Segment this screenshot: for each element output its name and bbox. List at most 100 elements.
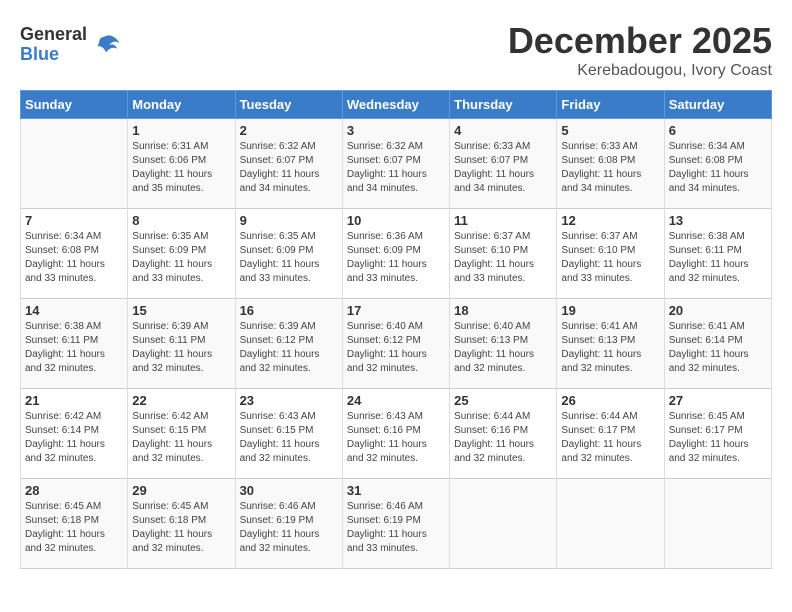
logo-bird-icon (91, 30, 121, 60)
header-tuesday: Tuesday (235, 91, 342, 119)
day-info: Sunrise: 6:35 AM Sunset: 6:09 PM Dayligh… (240, 230, 338, 286)
table-row: 29 Sunrise: 6:45 AM Sunset: 6:18 PM Dayli… (128, 479, 235, 569)
day-number: 22 (132, 393, 230, 408)
location-text: Kerebadougou, Ivory Coast (508, 62, 772, 80)
day-info: Sunrise: 6:39 AM Sunset: 6:12 PM Dayligh… (240, 320, 338, 376)
table-row: 22 Sunrise: 6:42 AM Sunset: 6:15 PM Dayli… (128, 389, 235, 479)
month-title: December 2025 (508, 20, 772, 62)
day-info: Sunrise: 6:44 AM Sunset: 6:16 PM Dayligh… (454, 410, 552, 466)
table-row: 12Sunrise: 6:37 AM Sunset: 6:10 PM Dayli… (557, 209, 664, 299)
calendar-week-row: 28Sunrise: 6:45 AM Sunset: 6:18 PM Dayli… (21, 479, 772, 569)
day-info: Sunrise: 6:45 AM Sunset: 6:17 PM Dayligh… (669, 410, 767, 466)
table-row: 7 Sunrise: 6:34 AM Sunset: 6:08 PM Daylig… (21, 209, 128, 299)
table-row: 15Sunrise: 6:39 AM Sunset: 6:11 PM Dayli… (128, 299, 235, 389)
table-row: 24 Sunrise: 6:43 AM Sunset: 6:16 PM Dayli… (342, 389, 449, 479)
table-row: 25 Sunrise: 6:44 AM Sunset: 6:16 PM Dayli… (450, 389, 557, 479)
day-info: Sunrise: 6:31 AM Sunset: 6:06 PM Dayligh… (132, 140, 230, 196)
day-info: Sunrise: 6:44 AM Sunset: 6:17 PM Dayligh… (561, 410, 659, 466)
table-row: 13 Sunrise: 6:38 AM Sunset: 6:11 PM Dayli… (664, 209, 771, 299)
table-row: 10 Sunrise: 6:36 AM Sunset: 6:09 PM Dayli… (342, 209, 449, 299)
table-row: 19 Sunrise: 6:41 AM Sunset: 6:13 PM Dayli… (557, 299, 664, 389)
day-info: Sunrise: 6:37 AM Sunset: 6:10 PM Dayligh… (561, 230, 659, 286)
day-info: Sunrise: 6:41 AM Sunset: 6:13 PM Dayligh… (561, 320, 659, 376)
day-number: 8 (132, 213, 230, 228)
day-info: Sunrise: 6:37 AM Sunset: 6:10 PM Dayligh… (454, 230, 552, 286)
table-row: 30Sunrise: 6:46 AM Sunset: 6:19 PM Dayli… (235, 479, 342, 569)
day-number: 25 (454, 393, 552, 408)
table-row: 9 Sunrise: 6:35 AM Sunset: 6:09 PM Daylig… (235, 209, 342, 299)
table-row: 8 Sunrise: 6:35 AM Sunset: 6:09 PM Daylig… (128, 209, 235, 299)
table-row: 3 Sunrise: 6:32 AM Sunset: 6:07 PM Daylig… (342, 119, 449, 209)
day-info: Sunrise: 6:36 AM Sunset: 6:09 PM Dayligh… (347, 230, 445, 286)
header-saturday: Saturday (664, 91, 771, 119)
day-info: Sunrise: 6:33 AM Sunset: 6:08 PM Dayligh… (561, 140, 659, 196)
day-number: 4 (454, 123, 552, 138)
day-info: Sunrise: 6:42 AM Sunset: 6:14 PM Dayligh… (25, 410, 123, 466)
table-row: 31Sunrise: 6:46 AM Sunset: 6:19 PM Dayli… (342, 479, 449, 569)
day-number: 1 (132, 123, 230, 138)
header-friday: Friday (557, 91, 664, 119)
day-number: 18 (454, 303, 552, 318)
day-info: Sunrise: 6:42 AM Sunset: 6:15 PM Dayligh… (132, 410, 230, 466)
table-row: 1 Sunrise: 6:31 AM Sunset: 6:06 PM Daylig… (128, 119, 235, 209)
day-number: 3 (347, 123, 445, 138)
day-info: Sunrise: 6:35 AM Sunset: 6:09 PM Dayligh… (132, 230, 230, 286)
table-row: 14Sunrise: 6:38 AM Sunset: 6:11 PM Dayli… (21, 299, 128, 389)
logo: General Blue (20, 25, 121, 65)
table-row: 17 Sunrise: 6:40 AM Sunset: 6:12 PM Dayli… (342, 299, 449, 389)
day-info: Sunrise: 6:32 AM Sunset: 6:07 PM Dayligh… (347, 140, 445, 196)
header-wednesday: Wednesday (342, 91, 449, 119)
day-info: Sunrise: 6:46 AM Sunset: 6:19 PM Dayligh… (347, 500, 445, 556)
calendar-week-row: 21 Sunrise: 6:42 AM Sunset: 6:14 PM Dayli… (21, 389, 772, 479)
day-info: Sunrise: 6:38 AM Sunset: 6:11 PM Dayligh… (669, 230, 767, 286)
table-row: 2Sunrise: 6:32 AM Sunset: 6:07 PM Daylig… (235, 119, 342, 209)
header-thursday: Thursday (450, 91, 557, 119)
day-info: Sunrise: 6:40 AM Sunset: 6:13 PM Dayligh… (454, 320, 552, 376)
table-row: 5 Sunrise: 6:33 AM Sunset: 6:08 PM Daylig… (557, 119, 664, 209)
day-number: 16 (240, 303, 338, 318)
day-info: Sunrise: 6:33 AM Sunset: 6:07 PM Dayligh… (454, 140, 552, 196)
day-number: 19 (561, 303, 659, 318)
day-number: 2 (240, 123, 338, 138)
table-row: 26 Sunrise: 6:44 AM Sunset: 6:17 PM Dayli… (557, 389, 664, 479)
day-info: Sunrise: 6:45 AM Sunset: 6:18 PM Dayligh… (25, 500, 123, 556)
table-row: 16 Sunrise: 6:39 AM Sunset: 6:12 PM Dayli… (235, 299, 342, 389)
day-number: 13 (669, 213, 767, 228)
header-sunday: Sunday (21, 91, 128, 119)
day-info: Sunrise: 6:45 AM Sunset: 6:18 PM Dayligh… (132, 500, 230, 556)
table-row (450, 479, 557, 569)
day-info: Sunrise: 6:34 AM Sunset: 6:08 PM Dayligh… (669, 140, 767, 196)
day-number: 26 (561, 393, 659, 408)
logo-general-text: General (20, 25, 87, 45)
day-info: Sunrise: 6:34 AM Sunset: 6:08 PM Dayligh… (25, 230, 123, 286)
table-row (21, 119, 128, 209)
day-number: 17 (347, 303, 445, 318)
day-number: 21 (25, 393, 123, 408)
calendar-week-row: 1 Sunrise: 6:31 AM Sunset: 6:06 PM Daylig… (21, 119, 772, 209)
table-row (664, 479, 771, 569)
day-info: Sunrise: 6:46 AM Sunset: 6:19 PM Dayligh… (240, 500, 338, 556)
day-number: 29 (132, 483, 230, 498)
day-number: 7 (25, 213, 123, 228)
day-info: Sunrise: 6:43 AM Sunset: 6:15 PM Dayligh… (240, 410, 338, 466)
table-row: 28Sunrise: 6:45 AM Sunset: 6:18 PM Dayli… (21, 479, 128, 569)
calendar-header-row: Sunday Monday Tuesday Wednesday Thursday… (21, 91, 772, 119)
day-number: 24 (347, 393, 445, 408)
day-number: 27 (669, 393, 767, 408)
day-info: Sunrise: 6:43 AM Sunset: 6:16 PM Dayligh… (347, 410, 445, 466)
table-row: 20Sunrise: 6:41 AM Sunset: 6:14 PM Dayli… (664, 299, 771, 389)
table-row: 21 Sunrise: 6:42 AM Sunset: 6:14 PM Dayli… (21, 389, 128, 479)
table-row: 18 Sunrise: 6:40 AM Sunset: 6:13 PM Dayli… (450, 299, 557, 389)
day-info: Sunrise: 6:40 AM Sunset: 6:12 PM Dayligh… (347, 320, 445, 376)
table-row: 11Sunrise: 6:37 AM Sunset: 6:10 PM Dayli… (450, 209, 557, 299)
day-number: 10 (347, 213, 445, 228)
day-number: 9 (240, 213, 338, 228)
calendar-week-row: 14Sunrise: 6:38 AM Sunset: 6:11 PM Dayli… (21, 299, 772, 389)
table-row: 6Sunrise: 6:34 AM Sunset: 6:08 PM Daylig… (664, 119, 771, 209)
calendar-table: Sunday Monday Tuesday Wednesday Thursday… (20, 90, 772, 569)
day-number: 5 (561, 123, 659, 138)
page-header: General Blue December 2025 Kerebadougou,… (20, 20, 772, 80)
day-info: Sunrise: 6:41 AM Sunset: 6:14 PM Dayligh… (669, 320, 767, 376)
table-row: 23Sunrise: 6:43 AM Sunset: 6:15 PM Dayli… (235, 389, 342, 479)
logo-blue-text: Blue (20, 45, 87, 65)
